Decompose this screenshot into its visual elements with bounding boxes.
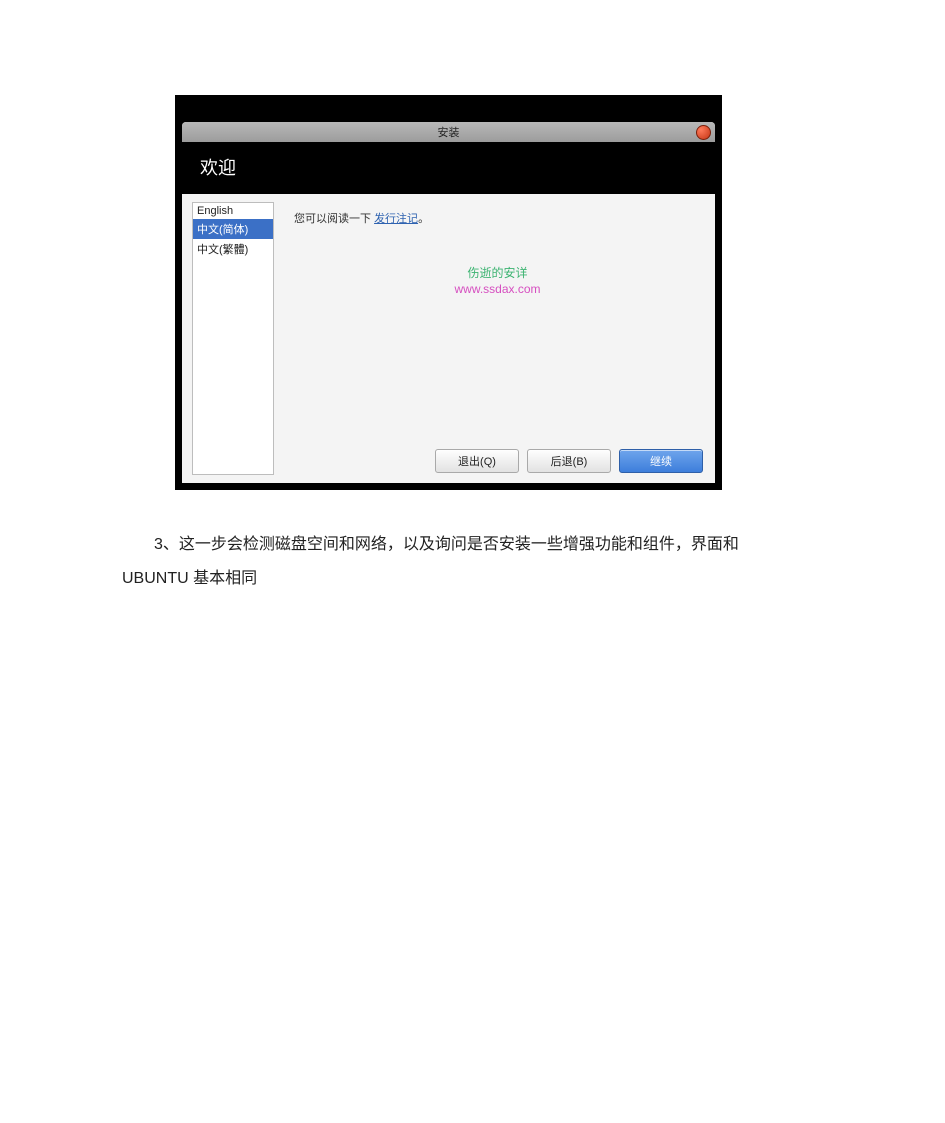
watermark-text-bottom: www.ssdax.com (454, 282, 540, 298)
language-item-traditional-chinese[interactable]: 中文(繁體) (193, 239, 273, 259)
button-row: 退出(Q) 后退(B) 继续 (435, 449, 703, 473)
installer-screenshot: 安装 欢迎 English 中文(简体) 中文(繁體) 您可以阅读一下 发行注记… (175, 95, 722, 490)
installer-body: English 中文(简体) 中文(繁體) 您可以阅读一下 发行注记。 伤逝的安… (182, 194, 715, 483)
window-titlebar: 安装 (182, 122, 715, 142)
release-notes-suffix: 。 (418, 213, 429, 225)
back-button[interactable]: 后退(B) (527, 449, 611, 473)
language-item-english[interactable]: English (193, 203, 273, 219)
installer-window: 安装 欢迎 English 中文(简体) 中文(繁體) 您可以阅读一下 发行注记… (182, 122, 715, 483)
watermark-text-top: 伤逝的安详 (454, 266, 540, 282)
release-notes-link[interactable]: 发行注记 (374, 213, 418, 225)
doc-line-1: 3、这一步会检测磁盘空间和网络，以及询问是否安装一些增强功能和组件，界面和 (122, 528, 827, 562)
continue-button[interactable]: 继续 (619, 449, 703, 473)
release-notes-prefix: 您可以阅读一下 (294, 213, 374, 225)
doc-line-2: UBUNTU 基本相同 (122, 562, 827, 596)
close-icon[interactable] (696, 125, 711, 140)
page-title: 欢迎 (182, 142, 715, 194)
window-title: 安装 (438, 124, 460, 140)
quit-button[interactable]: 退出(Q) (435, 449, 519, 473)
installer-content: 您可以阅读一下 发行注记。 伤逝的安详 www.ssdax.com 退出(Q) … (280, 194, 715, 483)
document-paragraph: 3、这一步会检测磁盘空间和网络，以及询问是否安装一些增强功能和组件，界面和 UB… (122, 528, 827, 597)
watermark: 伤逝的安详 www.ssdax.com (454, 266, 540, 297)
language-item-simplified-chinese[interactable]: 中文(简体) (193, 219, 273, 239)
language-list[interactable]: English 中文(简体) 中文(繁體) (192, 202, 274, 475)
